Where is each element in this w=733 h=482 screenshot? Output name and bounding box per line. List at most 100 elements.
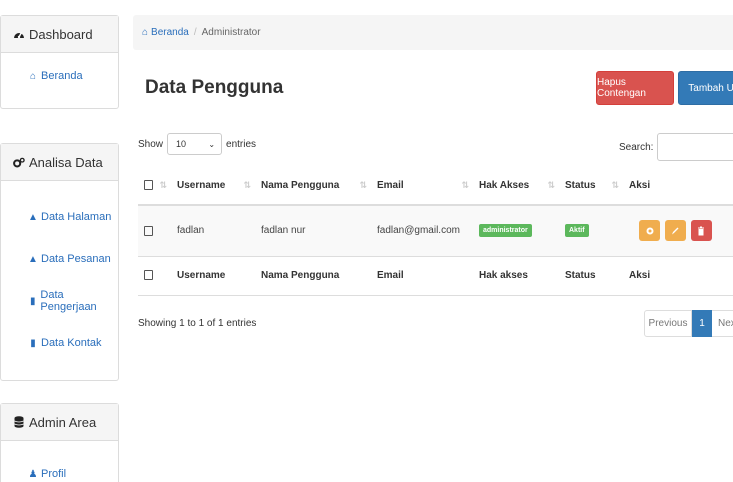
page-title: Data Pengguna [145,77,284,98]
column-header-hak-akses[interactable]: Hak Akses ⇅ [473,167,559,206]
home-icon: ⌂ [29,70,37,82]
sidebar-item-label: Data Kontak [41,337,102,349]
header-label: Hak Akses [479,180,530,191]
sort-icon: ⇅ [547,180,554,190]
breadcrumb: ⌂ Beranda / Administrator [133,15,733,50]
sidebar-item-label: Beranda [41,70,83,82]
breadcrumb-current: Administrator [201,27,261,38]
chevron-down-icon: ⌄ [208,139,216,149]
role-badge: administrator [479,224,532,238]
dashboard-panel-title: Dashboard [29,26,93,42]
footer-status: Status [559,255,623,296]
cell-hak-akses: administrator [473,204,559,256]
page-1-button[interactable]: 1 [692,310,712,337]
footer-nama: Nama Pengguna [255,255,371,296]
footer-checkbox[interactable] [144,270,153,281]
users-table: ⇅ Username ⇅ Nama Pengguna ⇅ Email ⇅ Hak Ak… [138,167,733,296]
footer-aksi: Aksi [623,255,733,296]
header-label: Email [377,180,404,191]
pencil-icon [672,227,679,235]
table-row: fadlan fadlan nur fadlan@gmail.com admin… [138,204,733,256]
breadcrumb-separator: / [193,27,197,38]
sidebar-item-label: Data Halaman [41,211,112,223]
sort-icon: ⇅ [461,180,468,190]
edit-button[interactable] [664,220,686,242]
analisa-panel-header[interactable]: Analisa Data [1,144,118,181]
sort-icon: ⇅ [159,180,166,190]
header-label: Aksi [629,180,651,191]
bank-icon: ▲ [28,253,38,265]
tachometer-icon [13,28,25,40]
database-icon [13,416,25,428]
row-select-cell [138,204,171,256]
cell-aksi [623,204,733,256]
delete-button[interactable] [690,220,712,242]
sort-icon: ⇅ [243,180,250,190]
cogs-icon [13,156,25,168]
column-header-status[interactable]: Status ⇅ [559,167,623,206]
cell-nama: fadlan nur [255,204,371,256]
sidebar-item-profil[interactable]: ♟ Profil [1,463,118,482]
search-label: Search: [619,141,654,153]
hapus-contengan-button[interactable]: Hapus Contengan [596,71,674,105]
previous-page-button[interactable]: Previous [644,310,692,337]
entries-length-select[interactable]: 10 ⌄ [167,133,223,155]
column-header-username[interactable]: Username ⇅ [171,167,255,206]
user-icon: ♟ [28,468,38,480]
column-header-nama[interactable]: Nama Pengguna ⇅ [255,167,371,206]
dashboard-panel: Dashboard ⌂ Beranda [0,15,119,109]
sort-icon: ⇅ [611,180,618,190]
analisa-panel-title: Analisa Data [29,154,103,170]
admin-panel: Admin Area ♟ Profil [0,403,119,482]
book-icon: ▮ [29,295,36,307]
breadcrumb-home-label: Beranda [151,27,189,38]
trash-icon [698,226,705,236]
sort-icon: ⇅ [359,180,366,190]
cell-status: Aktif [559,204,623,256]
column-header-aksi[interactable]: Aksi [623,167,733,206]
sidebar-item-data-kontak[interactable]: ▮ Data Kontak [1,332,118,354]
select-all-checkbox[interactable] [144,180,153,191]
sidebar-item-beranda[interactable]: ⌂ Beranda [1,65,118,87]
entries-label: entries [226,138,257,150]
search-box: Search: [619,133,733,161]
header-label: Nama Pengguna [261,180,340,191]
book-icon: ▮ [30,337,36,349]
header-label: Username [177,180,226,191]
table-info: Showing 1 to 1 of 1 entries [138,318,257,329]
header-label: Status [565,180,596,191]
breadcrumb-home[interactable]: ⌂ Beranda [142,27,189,38]
dashboard-panel-header[interactable]: Dashboard [1,16,118,53]
sidebar-item-data-halaman[interactable]: ▲ Data Halaman [1,206,118,228]
next-page-button[interactable]: Next [712,310,733,337]
footer-select-cell [138,255,171,296]
search-input[interactable] [657,133,733,161]
home-icon: ⌂ [142,27,149,38]
view-button[interactable] [639,220,660,242]
sidebar-item-data-pesanan[interactable]: ▲ Data Pesanan [1,248,118,270]
footer-hak-akses: Hak akses [473,255,559,296]
eye-icon [646,227,653,235]
sidebar-item-label: Profil [41,468,67,480]
analisa-panel: Analisa Data ▲ Data Halaman ▲ Data Pesan… [0,143,119,381]
cell-email: fadlan@gmail.com [371,204,473,256]
sidebar: Dashboard ⌂ Beranda Analisa Data ▲ Data … [0,0,133,482]
status-badge: Aktif [565,224,589,238]
sidebar-item-label: Data Pengerjaan [40,289,97,313]
table-header-row: ⇅ Username ⇅ Nama Pengguna ⇅ Email ⇅ Hak Ak… [138,167,733,206]
row-checkbox[interactable] [144,225,153,236]
show-entries: Show 10 ⌄ entries [138,133,256,155]
select-all-header[interactable]: ⇅ [138,167,171,206]
admin-panel-header[interactable]: Admin Area [1,404,118,441]
table-footer-row: Username Nama Pengguna Email Hak akses S… [138,255,733,296]
show-label: Show [138,138,164,150]
footer-email: Email [371,255,473,296]
column-header-email[interactable]: Email ⇅ [371,167,473,206]
admin-panel-title: Admin Area [29,414,97,430]
tambah-user-button[interactable]: Tambah User [678,71,733,105]
cell-username: fadlan [171,204,255,256]
sidebar-item-data-pengerjaan[interactable]: ▮ Data Pengerjaan [1,289,118,313]
sidebar-item-label: Data Pesanan [41,253,111,265]
main-content: ⌂ Beranda / Administrator Data Pengguna … [133,0,733,482]
entries-length-value: 10 [176,139,187,149]
